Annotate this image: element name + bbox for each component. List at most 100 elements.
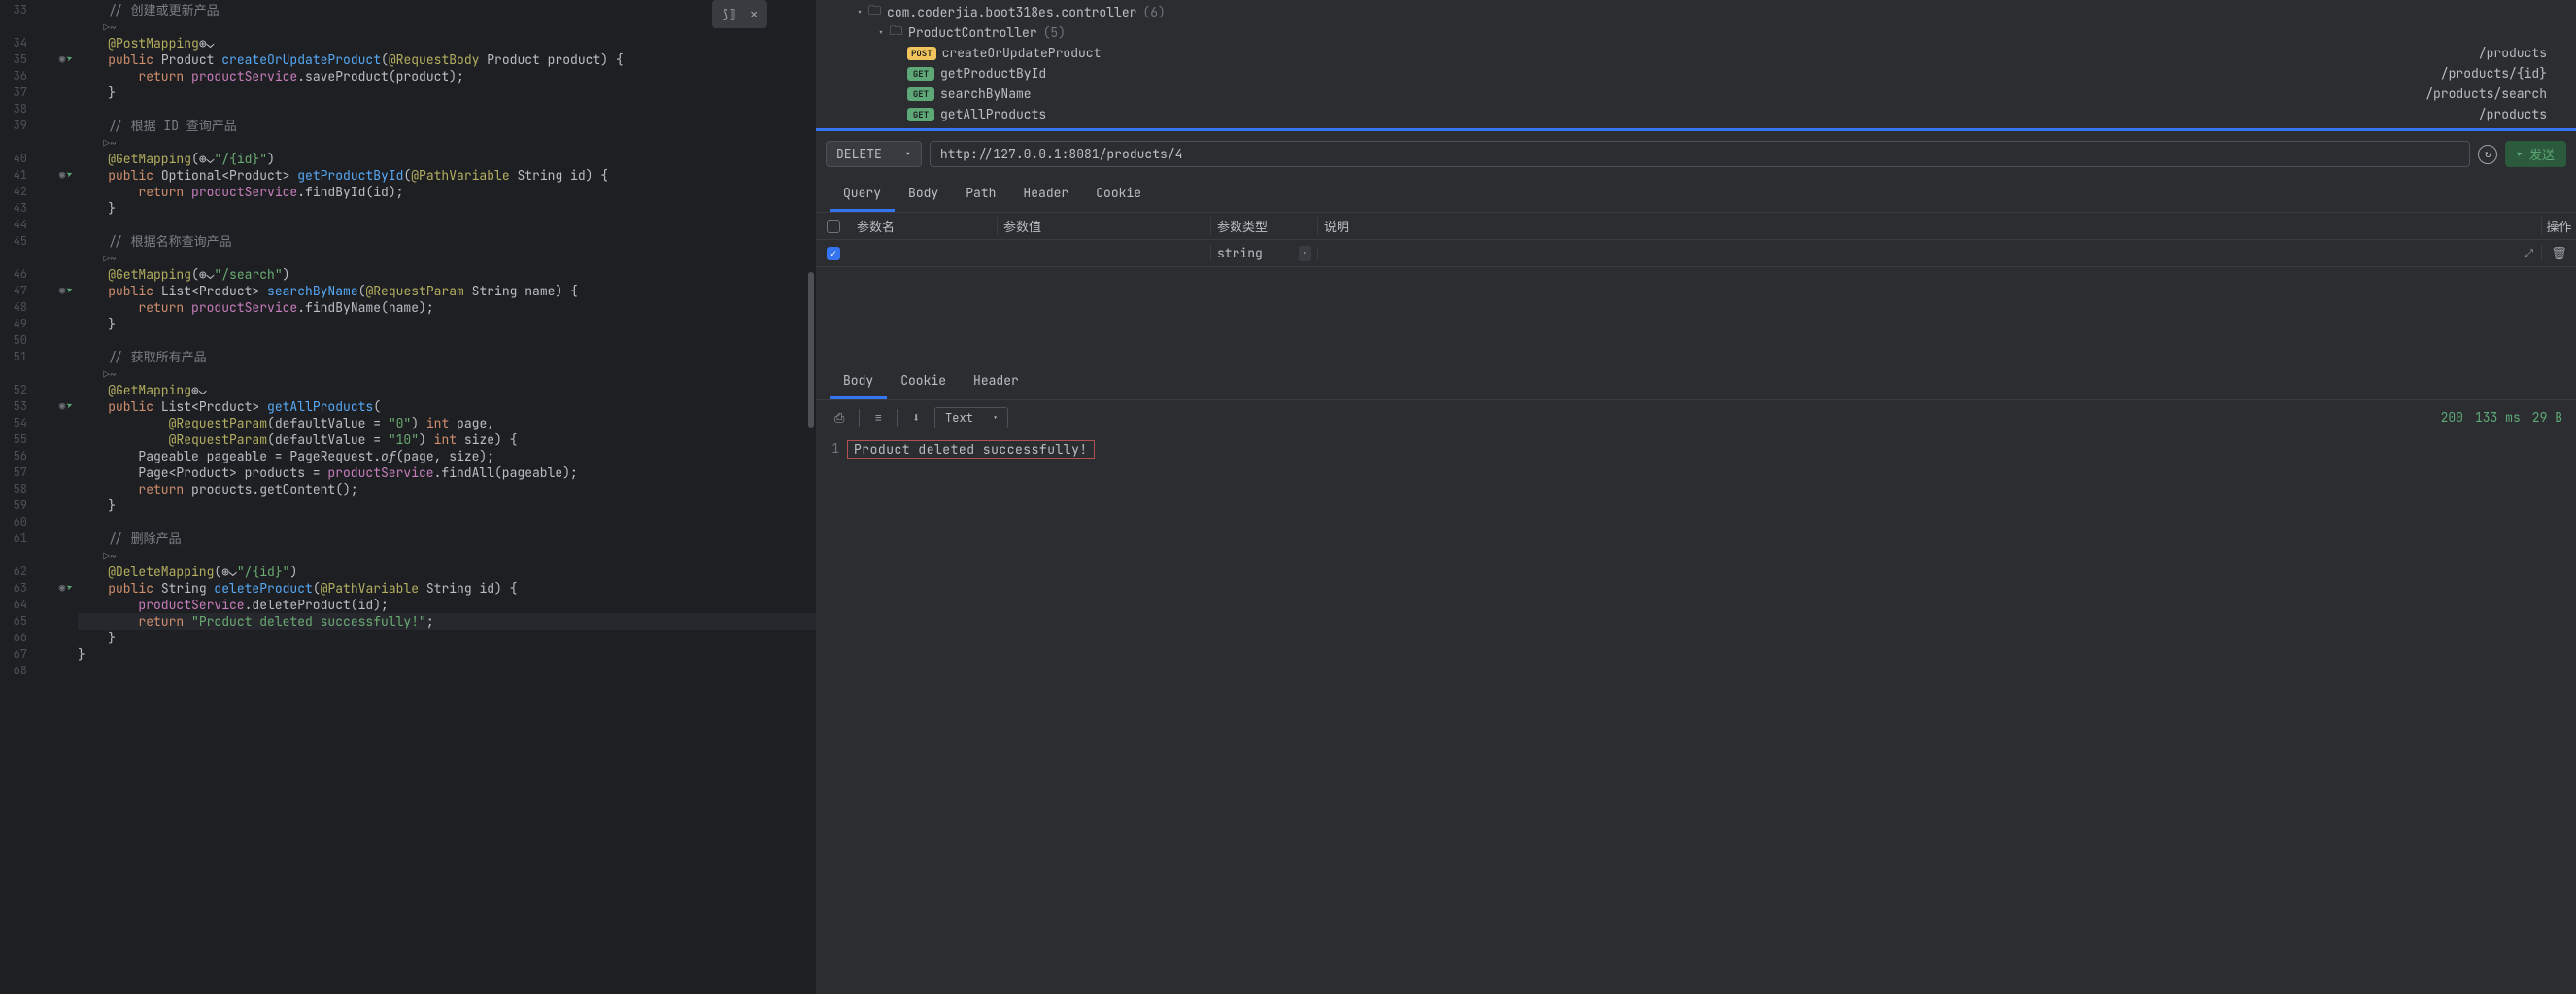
code-line[interactable] <box>78 332 816 349</box>
code-line[interactable]: Pageable pageable = PageRequest.of(page,… <box>78 448 816 464</box>
url-value: http://127.0.0.1:8081/products/4 <box>940 146 1183 162</box>
endpoint-name: createOrUpdateProduct <box>942 45 1102 61</box>
response-tabs: BodyCookieHeader <box>816 364 2576 400</box>
code-line[interactable]: ▷~ <box>78 18 816 35</box>
url-input[interactable]: http://127.0.0.1:8081/products/4 <box>930 141 2471 167</box>
controller-count: (5) <box>1043 24 1066 41</box>
tab-cookie[interactable]: Cookie <box>1082 177 1155 212</box>
tree-controller-row[interactable]: ▾ 🗀 ProductController (5) <box>816 22 2576 43</box>
close-icon[interactable]: ✕ <box>750 6 758 22</box>
floating-toolbar: ⟆⟧ ✕ <box>712 0 767 28</box>
endpoint-row[interactable]: GET getProductById /products/{id} <box>816 63 2576 84</box>
code-line[interactable]: return "Product deleted successfully!"; <box>78 613 816 630</box>
endpoint-path: /products <box>2479 106 2547 122</box>
code-line[interactable]: @PostMapping⊕⌄ <box>78 35 816 51</box>
expand-icon[interactable]: ⤢ <box>2525 247 2533 260</box>
response-tab-cookie[interactable]: Cookie <box>887 364 960 399</box>
code-line[interactable]: // 删除产品 <box>78 531 816 547</box>
send-gutter-icon[interactable]: ➤ <box>65 282 77 299</box>
code-line[interactable]: ▷~ <box>78 134 816 151</box>
code-line[interactable]: } <box>78 200 816 217</box>
wrap-icon[interactable]: ≡ <box>869 406 887 428</box>
tree-package-row[interactable]: ▾ 🗀 com.coderjia.boot318es.controller (6… <box>816 2 2576 22</box>
code-line[interactable]: public List<Product> getAllProducts( <box>78 398 816 415</box>
tab-header[interactable]: Header <box>1009 177 1082 212</box>
http-method-badge: GET <box>907 87 934 101</box>
chevron-down-icon[interactable]: ▾ <box>878 26 884 39</box>
code-line[interactable]: productService.deleteProduct(id); <box>78 597 816 613</box>
response-tab-body[interactable]: Body <box>830 364 887 399</box>
col-ops-header: 操作 <box>2541 217 2576 235</box>
endpoint-row[interactable]: GET getAllProducts /products <box>816 104 2576 124</box>
code-line[interactable]: ▷~ <box>78 250 816 266</box>
delete-row-button[interactable]: 🗑 <box>2541 245 2576 261</box>
endpoint-row[interactable]: GET searchByName /products/search <box>816 84 2576 104</box>
send-gutter-icon[interactable]: ➤ <box>65 51 77 68</box>
param-type-select[interactable]: string ▾ <box>1210 245 1317 261</box>
code-area[interactable]: ⟆⟧ ✕ // 创建或更新产品 ▷~ @PostMapping⊕⌄ public… <box>78 0 816 994</box>
code-line[interactable]: } <box>78 316 816 332</box>
response-tab-header[interactable]: Header <box>960 364 1033 399</box>
code-line[interactable]: // 根据 ID 查询产品 <box>78 118 816 134</box>
ai-action-icon[interactable]: ⟆⟧ <box>722 6 737 22</box>
code-line[interactable]: ▷~ <box>78 547 816 564</box>
format-value: Text <box>945 410 973 426</box>
tab-query[interactable]: Query <box>830 177 895 212</box>
download-icon[interactable]: ⬇ <box>907 406 925 428</box>
code-line[interactable]: @RequestParam(defaultValue = "0") int pa… <box>78 415 816 431</box>
code-line[interactable]: @GetMapping(⊕⌄"/search") <box>78 266 816 283</box>
code-line[interactable]: public String deleteProduct(@PathVariabl… <box>78 580 816 597</box>
code-line[interactable] <box>78 101 816 118</box>
code-line[interactable]: return products.getContent(); <box>78 481 816 497</box>
response-text: Product deleted successfully! <box>847 440 1095 459</box>
tab-path[interactable]: Path <box>952 177 1009 212</box>
send-gutter-icon[interactable]: ➤ <box>65 397 77 415</box>
endpoint-row[interactable]: POST createOrUpdateProduct /products <box>816 43 2576 63</box>
param-desc-input[interactable]: ⤢ <box>1317 247 2541 260</box>
code-line[interactable]: public Optional<Product> getProductById(… <box>78 167 816 184</box>
chevron-down-icon[interactable]: ▾ <box>857 6 863 18</box>
code-line[interactable]: ▷~ <box>78 365 816 382</box>
package-label: com.coderjia.boot318es.controller <box>887 4 1136 20</box>
format-select[interactable]: Text ▾ <box>934 407 1008 428</box>
code-line[interactable]: // 创建或更新产品 <box>78 2 816 18</box>
code-line[interactable]: } <box>78 630 816 646</box>
send-gutter-icon[interactable]: ➤ <box>65 579 77 597</box>
code-line[interactable]: @GetMapping⊕⌄ <box>78 382 816 398</box>
send-button[interactable]: ➤ 发送 <box>2505 141 2566 167</box>
code-line[interactable] <box>78 663 816 679</box>
select-all-checkbox[interactable] <box>827 220 840 233</box>
code-line[interactable]: // 获取所有产品 <box>78 349 816 365</box>
code-line[interactable]: @RequestParam(defaultValue = "10") int s… <box>78 431 816 448</box>
code-line[interactable]: } <box>78 85 816 101</box>
code-line[interactable]: public List<Product> searchByName(@Reque… <box>78 283 816 299</box>
http-method-select[interactable]: DELETE ▾ <box>826 141 922 167</box>
code-line[interactable] <box>78 514 816 531</box>
row-checkbox[interactable]: ✓ <box>827 247 840 260</box>
code-line[interactable]: return productService.findByName(name); <box>78 299 816 316</box>
send-icon: ➤ <box>2515 147 2525 161</box>
request-tabs: QueryBodyPathHeaderCookie <box>816 177 2576 213</box>
trash-icon: 🗑 <box>2551 245 2567 261</box>
history-button[interactable]: ↻ <box>2478 145 2497 164</box>
code-line[interactable]: Page<Product> products = productService.… <box>78 464 816 481</box>
send-label: 发送 <box>2529 145 2555 163</box>
send-gutter-icon[interactable]: ➤ <box>65 166 77 184</box>
http-method-badge: POST <box>907 47 936 60</box>
scrollbar-thumb[interactable] <box>808 272 814 428</box>
code-line[interactable]: public Product createOrUpdateProduct(@Re… <box>78 51 816 68</box>
code-line[interactable]: @DeleteMapping(⊕⌄"/{id}") <box>78 564 816 580</box>
method-value: DELETE <box>836 146 882 162</box>
response-line-number: 1 <box>830 440 839 459</box>
code-line[interactable]: return productService.saveProduct(produc… <box>78 68 816 85</box>
code-line[interactable]: @GetMapping(⊕⌄"/{id}") <box>78 151 816 167</box>
code-line[interactable]: } <box>78 497 816 514</box>
code-line[interactable] <box>78 217 816 233</box>
params-table: 参数名 参数值 参数类型 说明 操作 ✓ string ▾ ⤢ <box>816 213 2576 267</box>
tab-body[interactable]: Body <box>895 177 952 212</box>
code-line[interactable]: } <box>78 646 816 663</box>
params-row: ✓ string ▾ ⤢ 🗑 <box>816 240 2576 267</box>
format-icon[interactable]: ⎙ <box>830 406 849 428</box>
code-line[interactable]: return productService.findById(id); <box>78 184 816 200</box>
code-line[interactable]: // 根据名称查询产品 <box>78 233 816 250</box>
